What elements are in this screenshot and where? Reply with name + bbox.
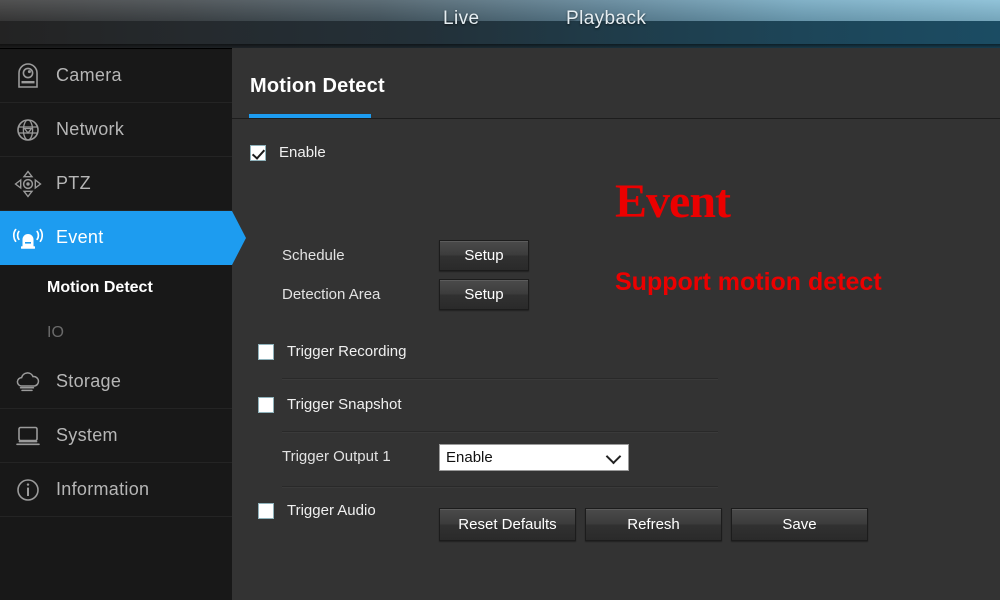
schedule-setup-button[interactable]: Setup xyxy=(439,240,529,271)
divider-1 xyxy=(282,378,718,379)
tab-live[interactable]: Live xyxy=(443,8,479,30)
sidebar-subitem-motion-detect[interactable]: Motion Detect xyxy=(0,265,232,310)
detection-area-setup-label: Setup xyxy=(464,286,504,303)
sidebar-item-ptz[interactable]: PTZ xyxy=(0,157,232,211)
sidebar-item-network[interactable]: Network xyxy=(0,103,232,157)
refresh-button[interactable]: Refresh xyxy=(585,508,722,541)
sidebar-subitem-label: Motion Detect xyxy=(47,278,153,296)
trigger-audio-label: Trigger Audio xyxy=(287,502,376,519)
trigger-recording-row: Trigger Recording xyxy=(258,343,407,360)
page-title: Motion Detect xyxy=(250,75,385,97)
annotation-event-heading: Event xyxy=(615,175,731,228)
annotation-support-text: Support motion detect xyxy=(615,268,882,296)
enable-label: Enable xyxy=(279,144,326,161)
trigger-audio-row: Trigger Audio xyxy=(258,502,376,519)
trigger-recording-checkbox[interactable] xyxy=(258,343,274,360)
schedule-label: Schedule xyxy=(282,247,345,264)
trigger-snapshot-checkbox[interactable] xyxy=(258,396,274,413)
monitor-icon xyxy=(0,424,56,448)
sidebar-item-label: System xyxy=(56,425,118,445)
sidebar: Camera Network PTZ Event Motion Detect I… xyxy=(0,48,246,600)
trigger-snapshot-label: Trigger Snapshot xyxy=(287,396,402,413)
enable-row: Enable xyxy=(250,144,326,161)
detection-area-setup-button[interactable]: Setup xyxy=(439,279,529,310)
reset-defaults-label: Reset Defaults xyxy=(458,516,557,533)
tab-playback[interactable]: Playback xyxy=(566,8,646,30)
enable-checkbox[interactable] xyxy=(250,144,266,161)
refresh-label: Refresh xyxy=(627,516,680,533)
divider-3 xyxy=(282,486,718,487)
app-window: Live Playback Camera Network PTZ Event M… xyxy=(0,0,1000,600)
action-button-bar: Reset Defaults Refresh Save xyxy=(439,508,868,541)
trigger-snapshot-row: Trigger Snapshot xyxy=(258,396,402,413)
cloud-storage-icon xyxy=(0,370,56,394)
sidebar-item-label: Event xyxy=(56,227,104,247)
sidebar-item-label: Information xyxy=(56,479,150,499)
ptz-dpad-icon xyxy=(0,169,56,198)
sidebar-item-camera[interactable]: Camera xyxy=(0,49,232,103)
divider-2 xyxy=(282,431,718,432)
header-divider xyxy=(232,118,1000,119)
sidebar-subitem-label: IO xyxy=(47,323,64,341)
top-tabs: Live Playback xyxy=(0,0,1000,48)
sidebar-item-label: Camera xyxy=(56,65,122,85)
sidebar-item-system[interactable]: System xyxy=(0,409,232,463)
trigger-output-1-label: Trigger Output 1 xyxy=(282,448,391,465)
sidebar-item-information[interactable]: Information xyxy=(0,463,232,517)
trigger-recording-label: Trigger Recording xyxy=(287,343,407,360)
save-label: Save xyxy=(782,516,817,533)
sidebar-item-label: Storage xyxy=(56,371,122,391)
top-bar: Live Playback xyxy=(0,0,1000,48)
detection-area-label: Detection Area xyxy=(282,286,381,303)
trigger-output-1-value: Enable xyxy=(446,449,493,466)
trigger-audio-checkbox[interactable] xyxy=(258,502,274,519)
info-circle-icon xyxy=(0,477,56,503)
sidebar-subitem-io[interactable]: IO xyxy=(0,310,232,355)
alarm-siren-icon xyxy=(0,225,56,251)
sidebar-item-storage[interactable]: Storage xyxy=(0,355,232,409)
sidebar-item-event[interactable]: Event xyxy=(0,211,246,265)
save-button[interactable]: Save xyxy=(731,508,868,541)
sidebar-item-label: Network xyxy=(56,119,125,139)
schedule-setup-label: Setup xyxy=(464,247,504,264)
content-panel: Motion Detect Enable Schedule Setup Dete… xyxy=(232,48,1000,600)
trigger-output-1-select[interactable]: Enable xyxy=(439,444,629,471)
chevron-down-icon xyxy=(605,448,622,464)
sidebar-item-label: PTZ xyxy=(56,173,91,193)
camera-icon xyxy=(0,62,56,89)
reset-defaults-button[interactable]: Reset Defaults xyxy=(439,508,576,541)
globe-network-icon xyxy=(0,117,56,143)
